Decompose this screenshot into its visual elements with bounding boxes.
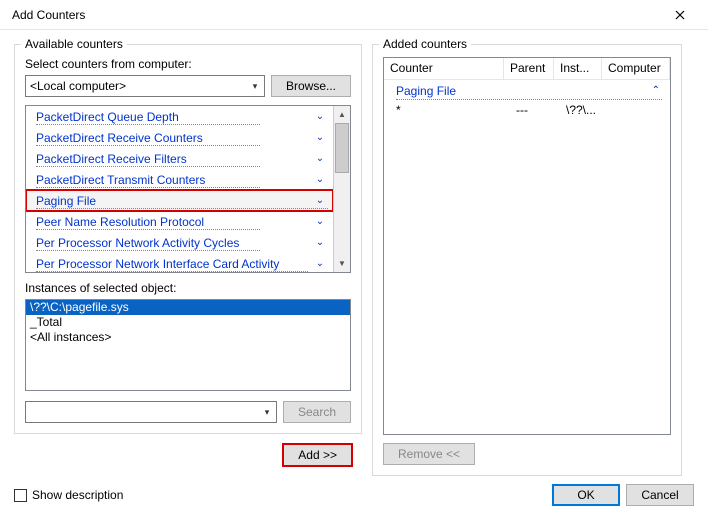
computer-combo-value: <Local computer>	[30, 79, 126, 93]
added-counters-table: Counter Parent Inst... Computer Paging F…	[383, 57, 671, 435]
instance-item[interactable]: _Total	[26, 315, 350, 330]
col-counter[interactable]: Counter	[384, 58, 504, 79]
chevron-down-icon: ⌄	[313, 237, 327, 248]
counter-item[interactable]: Paging File⌄	[26, 190, 333, 211]
scroll-down-icon[interactable]: ▼	[334, 255, 350, 272]
col-computer[interactable]: Computer	[602, 58, 670, 79]
instance-item[interactable]: <All instances>	[26, 330, 350, 345]
scroll-thumb[interactable]	[335, 123, 349, 173]
chevron-down-icon: ⌄	[313, 132, 327, 143]
instance-item[interactable]: \??\C:\pagefile.sys	[26, 300, 350, 315]
cell-parent: ---	[516, 102, 566, 118]
search-button[interactable]: Search	[283, 401, 351, 423]
counter-item[interactable]: PacketDirect Queue Depth⌄	[26, 106, 333, 127]
close-button[interactable]	[660, 0, 700, 30]
instances-list[interactable]: \??\C:\pagefile.sys_Total<All instances>	[25, 299, 351, 391]
table-row[interactable]: *---\??\...	[390, 102, 664, 118]
remove-button[interactable]: Remove <<	[383, 443, 475, 465]
search-combo[interactable]: ▾	[25, 401, 277, 423]
col-instance[interactable]: Inst...	[554, 58, 602, 79]
counter-name: PacketDirect Receive Counters	[36, 131, 313, 145]
chevron-down-icon: ▾	[246, 76, 264, 96]
chevron-down-icon: ⌄	[313, 153, 327, 164]
counter-name: Paging File	[36, 194, 313, 208]
scrollbar[interactable]: ▲ ▼	[333, 106, 350, 272]
show-description-checkbox[interactable]	[14, 489, 27, 502]
cancel-button[interactable]: Cancel	[626, 484, 694, 506]
cell-counter: *	[396, 102, 516, 118]
cell-computer	[614, 102, 664, 118]
counter-item[interactable]: PacketDirect Receive Counters⌄	[26, 127, 333, 148]
counter-name: Peer Name Resolution Protocol	[36, 215, 313, 229]
counter-name: PacketDirect Transmit Counters	[36, 173, 313, 187]
chevron-down-icon: ⌄	[313, 195, 327, 206]
chevron-down-icon: ⌄	[313, 216, 327, 227]
titlebar: Add Counters	[0, 0, 708, 30]
chevron-up-icon: ⌃	[652, 85, 660, 96]
available-counters-group: Available counters Select counters from …	[14, 44, 362, 434]
counter-item[interactable]: PacketDirect Transmit Counters⌄	[26, 169, 333, 190]
available-counters-legend: Available counters	[21, 37, 127, 51]
select-computer-label: Select counters from computer:	[25, 57, 351, 71]
counter-item[interactable]: Per Processor Network Activity Cycles⌄	[26, 232, 333, 253]
counter-item[interactable]: Peer Name Resolution Protocol⌄	[26, 211, 333, 232]
counter-name: PacketDirect Queue Depth	[36, 110, 313, 124]
counter-item[interactable]: Per Processor Network Interface Card Act…	[26, 253, 333, 272]
counter-item[interactable]: PacketDirect Receive Filters⌄	[26, 148, 333, 169]
added-group[interactable]: Paging File⌃	[396, 82, 662, 100]
added-group-name: Paging File	[396, 84, 652, 98]
computer-combo[interactable]: <Local computer> ▾	[25, 75, 265, 97]
ok-button[interactable]: OK	[552, 484, 620, 506]
table-header: Counter Parent Inst... Computer	[384, 58, 670, 80]
counter-name: PacketDirect Receive Filters	[36, 152, 313, 166]
chevron-down-icon: ▾	[258, 402, 276, 422]
instances-label: Instances of selected object:	[25, 281, 351, 295]
chevron-down-icon: ⌄	[313, 258, 327, 269]
footer-row: Show description OK Cancel	[0, 476, 708, 516]
cell-instance: \??\...	[566, 102, 614, 118]
col-parent[interactable]: Parent	[504, 58, 554, 79]
close-icon	[675, 10, 685, 20]
added-counters-legend: Added counters	[379, 37, 471, 51]
browse-button[interactable]: Browse...	[271, 75, 351, 97]
chevron-down-icon: ⌄	[313, 111, 327, 122]
counter-name: Per Processor Network Interface Card Act…	[36, 257, 313, 271]
chevron-down-icon: ⌄	[313, 174, 327, 185]
scroll-up-icon[interactable]: ▲	[334, 106, 350, 123]
add-button[interactable]: Add >>	[283, 444, 352, 466]
window-title: Add Counters	[12, 8, 660, 22]
counter-list: PacketDirect Queue Depth⌄PacketDirect Re…	[25, 105, 351, 273]
added-counters-group: Added counters Counter Parent Inst... Co…	[372, 44, 682, 476]
counter-name: Per Processor Network Activity Cycles	[36, 236, 313, 250]
show-description-label: Show description	[32, 488, 123, 502]
